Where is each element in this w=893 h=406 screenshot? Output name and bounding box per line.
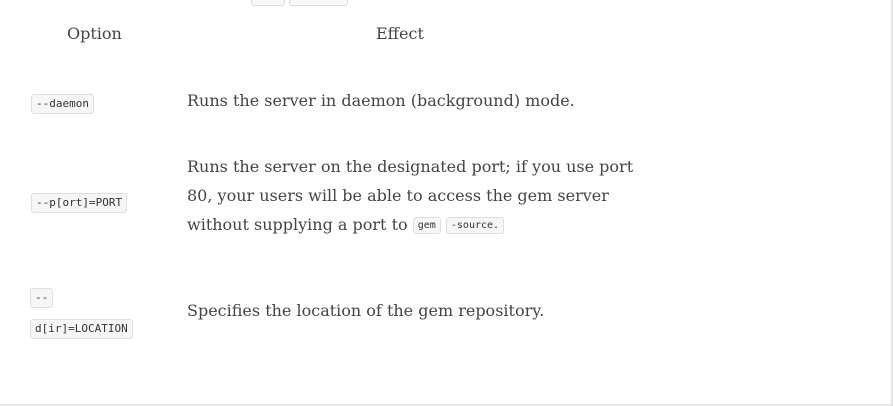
option-code-part: d[ir]=LOCATION [30,319,133,339]
option-daemon: --daemon [31,92,94,114]
effect-port: Runs the server on the designated port; … [187,152,633,239]
option-dir: -- [30,286,54,308]
options-table: Option Effect --daemon Runs the server i… [0,0,893,406]
option-code-part: -- [30,288,54,308]
effect-daemon: Runs the server in daemon (background) m… [187,91,575,110]
effect-line: without supplying a port to gem -source. [187,210,633,239]
inline-code-gem: gem [412,217,441,234]
option-code: --daemon [31,94,94,114]
option-code: --p[ort]=PORT [31,193,128,213]
effect-line: 80, your users will be able to access th… [187,186,609,205]
header-effect: Effect [376,24,424,43]
effect-line-text: without supplying a port to [187,215,408,234]
effect-dir: Specifies the location of the gem reposi… [187,301,545,320]
option-dir-cont: d[ir]=LOCATION [30,317,133,339]
inline-code-source: -source. [445,217,505,234]
code-fragment [289,0,348,6]
code-fragment [251,0,285,6]
effect-line: Runs the server on the designated port; … [187,157,634,176]
option-port: --p[ort]=PORT [31,191,128,213]
header-option: Option [67,24,122,43]
